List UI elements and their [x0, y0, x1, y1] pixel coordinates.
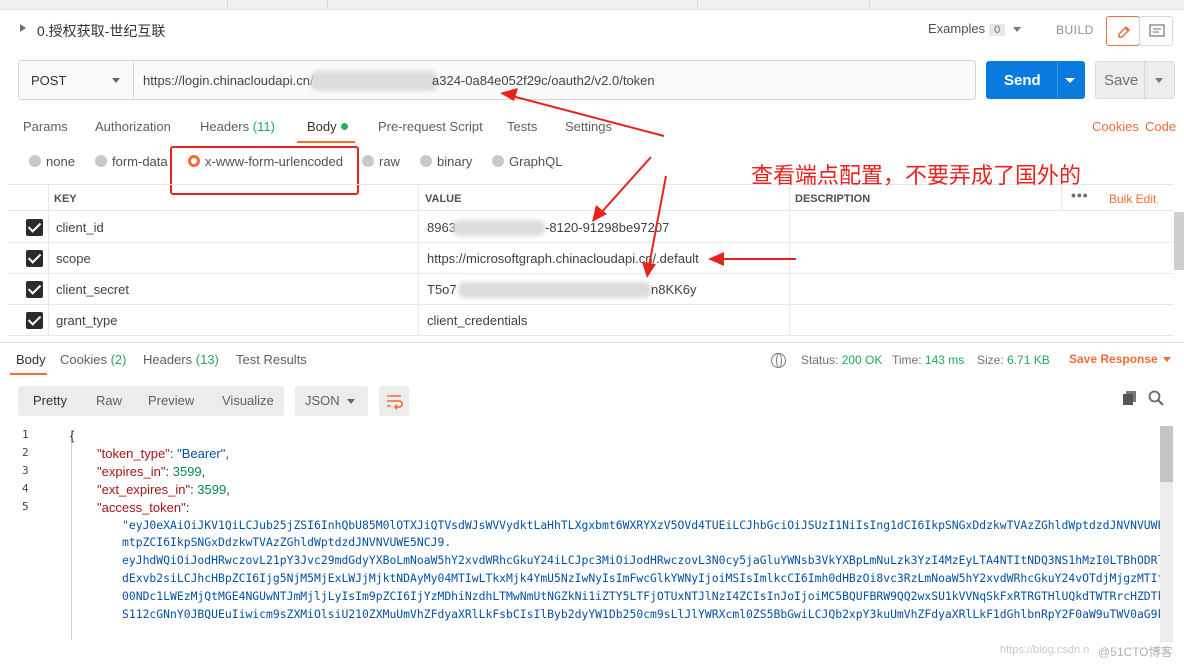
response-scrollbar[interactable]: [1160, 426, 1173, 482]
chevron-down-icon: [347, 399, 355, 404]
line-number: 2: [22, 446, 29, 459]
chevron-down-icon: [1162, 357, 1171, 363]
access-token-line: "eyJ0eXAiOiJKV1QiLCJub25jZSI6InhQbU85M0l…: [122, 518, 1162, 532]
wrap-lines-button[interactable]: [379, 386, 409, 416]
search-icon[interactable]: [1148, 390, 1164, 406]
format-select[interactable]: JSON: [295, 386, 368, 416]
access-token-line: dExvb2siLCJhcHBpZCI6Ijg5NjM5MjExLWJjMjkt…: [122, 571, 1162, 585]
json-line: "token_type": "Bearer",: [97, 446, 229, 461]
active-tab-underline: [10, 373, 47, 375]
json-line: "ext_expires_in": 3599,: [97, 482, 230, 497]
annotation-arrow-scope: [708, 252, 796, 266]
annotation-arrow-secret: [642, 175, 667, 278]
tab-test-results[interactable]: Test Results: [236, 352, 307, 367]
access-token-line: S112cGNnY0JBQUEuIiwicm9sZXMiOlsiU210ZXMu…: [122, 607, 1162, 621]
tab-response-body[interactable]: Body: [16, 352, 46, 367]
annotation-arrow-client-id: [592, 156, 652, 222]
time-value: 143 ms: [924, 353, 965, 367]
line-number: 5: [22, 500, 29, 513]
globe-icon[interactable]: [771, 353, 786, 368]
wrap-lines-icon: [387, 395, 403, 410]
size-readout: Size: 6.71 KB: [977, 353, 1050, 367]
access-token-line: mtpZCI6IkpSNGxDdzkwTVAzZGhldWptdzdJNVNVU…: [122, 535, 452, 549]
status-readout: Status: 200 OK: [801, 353, 883, 367]
view-preview[interactable]: Preview: [148, 393, 194, 408]
copy-icon[interactable]: [1123, 391, 1137, 405]
tab-response-headers[interactable]: Headers (13): [143, 352, 219, 367]
view-pretty[interactable]: Pretty: [33, 393, 67, 408]
json-open-brace: {: [70, 428, 75, 443]
line-number: 3: [22, 464, 29, 477]
access-token-line: 00NDc1LWEzMjQtMGE4NGUwNTJmMjljLyIsIm9pZC…: [122, 589, 1162, 603]
line-number: 1: [22, 428, 29, 441]
json-line: "expires_in": 3599,: [97, 464, 206, 479]
access-token-line: eyJhdWQiOiJodHRwczovL21pY3Jvc29mdGdyYXBo…: [122, 553, 1162, 567]
size-value: 6.71 KB: [1007, 353, 1050, 367]
line-number: 4: [22, 482, 29, 495]
watermark-logo-text: @51CTO博客: [1098, 645, 1173, 659]
view-mode-bar: Pretty Raw Preview Visualize: [18, 386, 284, 416]
view-raw[interactable]: Raw: [96, 393, 122, 408]
save-response-button[interactable]: Save Response: [1069, 352, 1171, 366]
status-value: 200 OK: [841, 353, 883, 367]
tab-response-cookies[interactable]: Cookies (2): [60, 352, 126, 367]
json-line: "access_token":: [97, 500, 190, 515]
view-visualize[interactable]: Visualize: [222, 393, 274, 408]
format-label: JSON: [305, 393, 340, 408]
time-readout: Time: 143 ms: [892, 353, 965, 367]
watermark-text: https://blog.csdn.n: [1000, 644, 1090, 656]
annotation-arrow-url: [500, 88, 665, 137]
